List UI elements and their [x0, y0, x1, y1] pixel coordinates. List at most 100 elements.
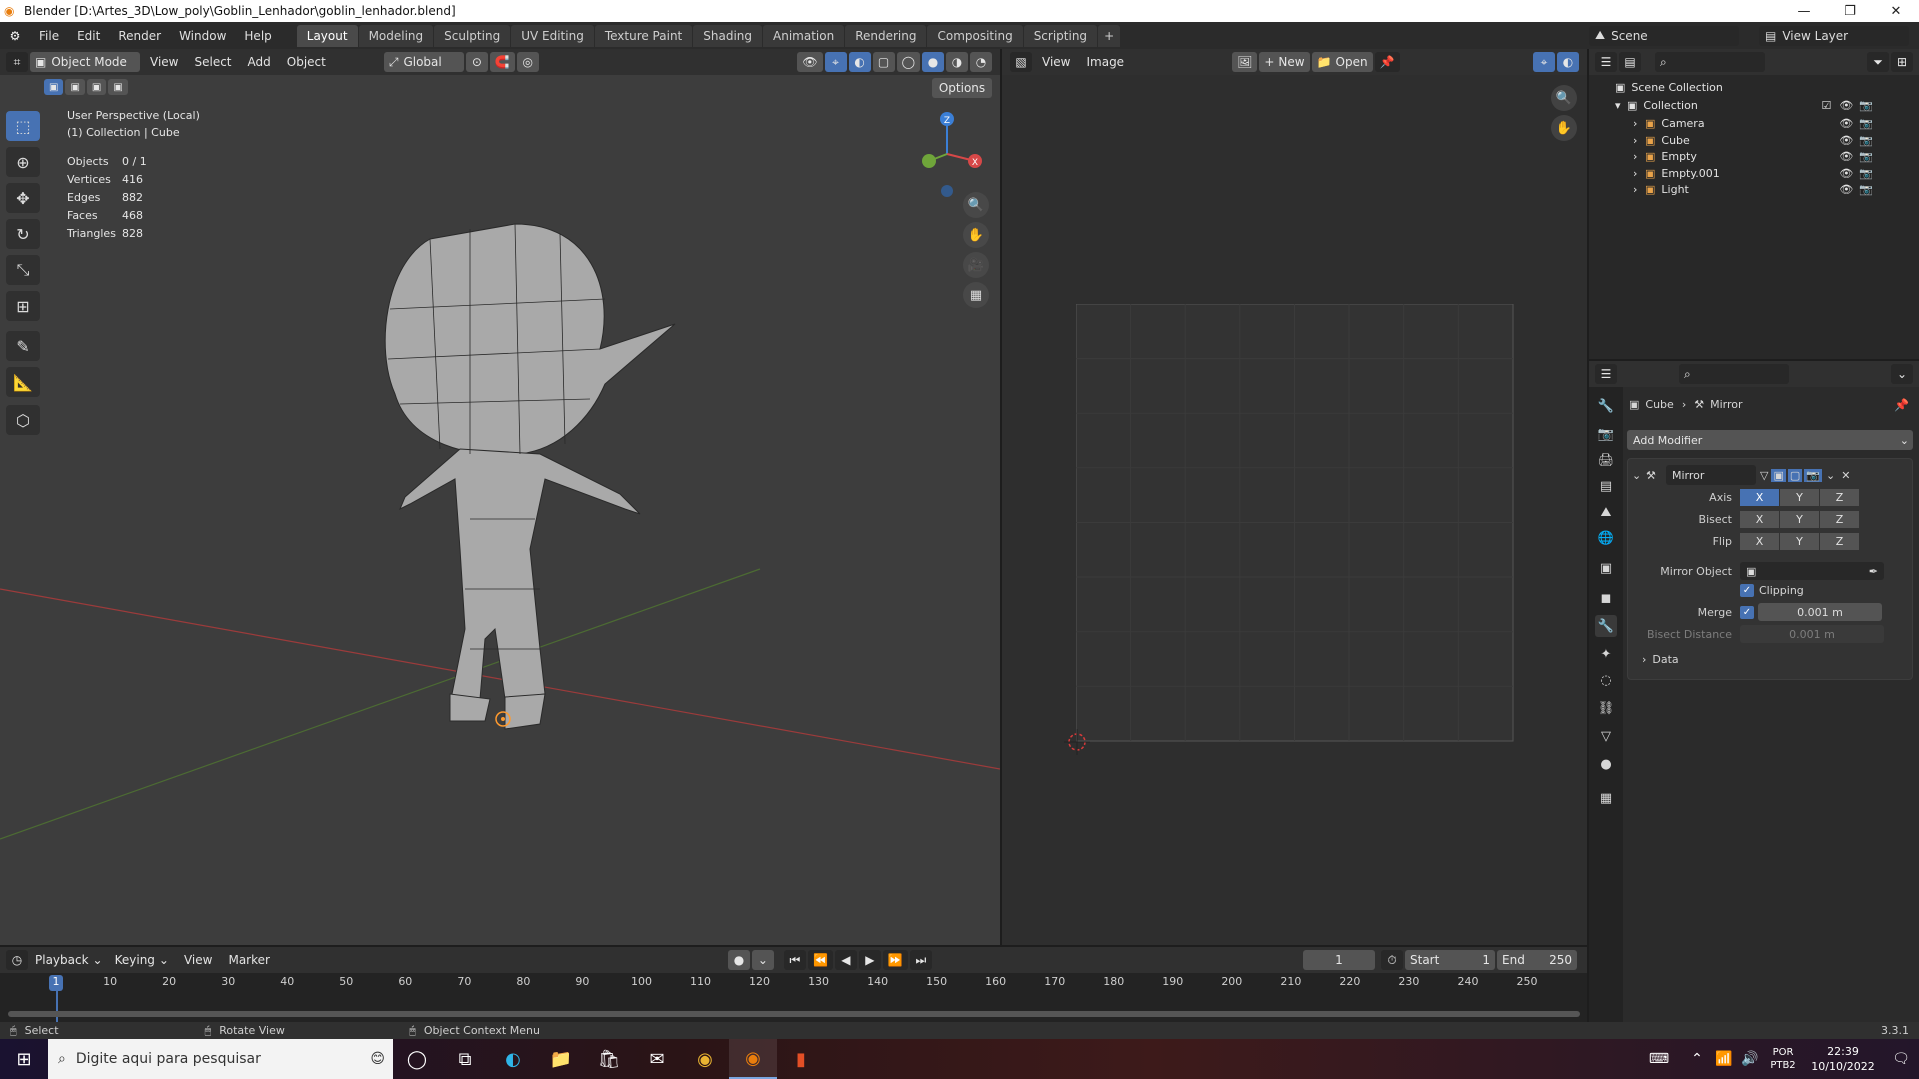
edit-mode-toggle-icon[interactable]: ▽ — [1760, 469, 1768, 482]
scale-tool[interactable]: ⤡ — [6, 255, 40, 285]
editor-type-button[interactable]: ⌗ — [6, 52, 28, 72]
tab-sculpting[interactable]: Sculpting — [434, 24, 511, 47]
select-box-tool[interactable]: ⬚ — [6, 111, 40, 141]
snap-button[interactable]: 🧲 — [489, 52, 515, 72]
transform-tool[interactable]: ⊞ — [6, 291, 40, 321]
cage-toggle-icon[interactable]: ▣ — [1771, 468, 1786, 482]
menu-render[interactable]: Render — [109, 29, 170, 43]
move-tool[interactable]: ✥ — [6, 183, 40, 213]
tab-modeling[interactable]: Modeling — [358, 24, 434, 47]
zoom-icon[interactable]: 🔍 — [963, 192, 989, 218]
render-camera-icon[interactable]: 📷 — [1859, 134, 1873, 147]
mode-selector[interactable]: ▣ Object Mode — [30, 52, 140, 72]
bisect-z-toggle[interactable]: Z — [1820, 511, 1859, 528]
eye-icon[interactable]: 👁 — [1839, 99, 1853, 112]
render-camera-icon[interactable]: 📷 — [1859, 99, 1873, 112]
tab-uv-editing[interactable]: UV Editing — [511, 24, 594, 47]
measure-tool[interactable]: 📐 — [6, 367, 40, 397]
menu-edit[interactable]: Edit — [68, 29, 109, 43]
outliner-item[interactable]: › ▣ Empty.001 👁 📷 — [1589, 165, 1879, 182]
merge-distance-field[interactable]: 0.001 m — [1758, 603, 1882, 621]
blender-menu-icon[interactable]: ⚙ — [0, 29, 30, 43]
taskbar-search-box[interactable]: ⌕ Digite aqui para pesquisar 😊 — [48, 1039, 393, 1079]
menu-help[interactable]: Help — [235, 29, 280, 43]
new-collection-icon[interactable]: ⊞ — [1891, 52, 1913, 72]
view-layer-tab-icon[interactable]: ▤ — [1595, 475, 1617, 497]
expand-arrow-icon[interactable]: › — [1633, 150, 1645, 163]
network-icon[interactable]: 📶 — [1711, 1039, 1737, 1079]
menu-window[interactable]: Window — [170, 29, 235, 43]
transform-orientation-selector[interactable]: ⤢ Global — [383, 52, 464, 72]
outliner-item[interactable]: › ▣ Empty 👁 📷 — [1589, 148, 1879, 165]
tab-animation[interactable]: Animation — [763, 24, 845, 47]
file-explorer-icon[interactable]: 📁 — [537, 1039, 585, 1079]
collection-row[interactable]: ▾ ▣ Collection ☑ 👁 📷 — [1589, 97, 1879, 114]
axis-z-toggle[interactable]: Z — [1820, 489, 1859, 506]
3d-viewport[interactable]: ⌗ ▣ Object Mode View Select Add Object ⤢… — [0, 49, 1000, 945]
play-button[interactable]: ▶ — [858, 950, 881, 970]
chrome-icon[interactable]: ◉ — [681, 1039, 729, 1079]
menu-file[interactable]: File — [30, 29, 68, 43]
stopwatch-icon[interactable]: ⏱ — [1381, 950, 1403, 970]
render-camera-icon[interactable]: 📷 — [1859, 117, 1873, 130]
jump-start-button[interactable]: ⏮ — [783, 950, 806, 970]
windows-start-icon[interactable]: ⊞ — [0, 1039, 48, 1079]
tab-scripting[interactable]: Scripting — [1023, 24, 1098, 47]
select-extend-button[interactable]: ▣ — [65, 79, 85, 95]
pin-icon[interactable]: 📌 — [1374, 52, 1400, 72]
rendered-shading-button[interactable]: ◔ — [970, 52, 992, 72]
eye-icon[interactable]: 👁 — [1839, 117, 1853, 130]
pin-icon[interactable]: 📌 — [1894, 398, 1909, 412]
wireframe-shading-button[interactable]: ◯ — [896, 52, 920, 72]
scene-collection-row[interactable]: ▣ Scene Collection — [1589, 79, 1879, 96]
image-editor-type-button[interactable]: ▧ — [1010, 52, 1032, 72]
remove-modifier-icon[interactable]: ✕ — [1841, 469, 1850, 482]
proportional-edit-button[interactable]: ◎ — [516, 52, 539, 72]
checkbox-icon[interactable]: ☑ — [1821, 99, 1831, 112]
camera-view-icon[interactable]: 🎥 — [963, 252, 989, 278]
scene-tab-icon[interactable]: ⛰ — [1595, 501, 1617, 523]
render-tab-icon[interactable]: 📷 — [1595, 423, 1617, 445]
expand-arrow-icon[interactable]: › — [1633, 134, 1645, 147]
expand-arrow-icon[interactable]: › — [1633, 167, 1645, 180]
record-button[interactable]: ● — [727, 950, 750, 970]
jump-end-button[interactable]: ⏭ — [909, 950, 932, 970]
properties-search-icon[interactable]: ⌕ — [1679, 364, 1789, 384]
eye-icon[interactable]: 👁 — [1839, 167, 1853, 180]
display-mode-button[interactable]: ▤ — [1619, 52, 1641, 72]
cortana-icon[interactable]: ◯ — [393, 1039, 441, 1079]
solid-shading-button[interactable]: ● — [922, 52, 944, 72]
timeline-menu-view[interactable]: View — [176, 953, 220, 967]
playhead[interactable]: 1 — [49, 975, 63, 991]
image-menu-image[interactable]: Image — [1078, 55, 1132, 69]
output-tab-icon[interactable]: 🖨 — [1595, 449, 1617, 471]
data-subpanel[interactable]: › Data — [1642, 653, 1679, 666]
render-camera-icon[interactable]: 📷 — [1859, 167, 1873, 180]
scene-selector[interactable]: ⛰ Scene — [1589, 25, 1739, 46]
tab-compositing[interactable]: Compositing — [927, 24, 1023, 47]
current-frame-field[interactable]: 1 — [1303, 950, 1375, 970]
eye-icon[interactable]: 👁 — [1839, 150, 1853, 163]
outliner-type-button[interactable]: ☰ — [1595, 52, 1617, 72]
close-button[interactable]: ✕ — [1873, 0, 1919, 22]
constraints-tab-icon[interactable]: ⛓ — [1595, 697, 1617, 719]
task-view-icon[interactable]: ⧉ — [441, 1039, 489, 1079]
playback-menu[interactable]: Playback ⌄ — [30, 950, 108, 970]
pan-hand-icon[interactable]: ✋ — [963, 222, 989, 248]
data-tab-icon[interactable]: ▽ — [1595, 725, 1617, 747]
add-modifier-button[interactable]: Add Modifier ⌄ — [1627, 430, 1913, 450]
keyboard-icon[interactable]: ⌨ — [1635, 1039, 1683, 1079]
image-pan-icon[interactable]: ✋ — [1551, 115, 1577, 141]
material-tab-icon[interactable]: ● — [1595, 753, 1617, 775]
viewport-menu-object[interactable]: Object — [279, 55, 334, 69]
edge-icon[interactable]: ◐ — [489, 1039, 537, 1079]
collapse-arrow-icon[interactable]: ⌄ — [1632, 469, 1646, 482]
render-camera-icon[interactable]: 📷 — [1859, 150, 1873, 163]
blender-taskbar-icon[interactable]: ◉ — [729, 1039, 777, 1079]
image-browse-button[interactable]: 🖼 — [1232, 52, 1258, 72]
jump-keyframe-forward-button[interactable]: ⏩ — [882, 950, 908, 970]
minimize-button[interactable]: — — [1781, 0, 1827, 22]
mirror-object-field[interactable]: ▣ ✒ — [1740, 562, 1884, 580]
eye-icon[interactable]: 👁 — [1839, 183, 1853, 196]
goblin-mesh[interactable] — [0, 49, 1000, 945]
